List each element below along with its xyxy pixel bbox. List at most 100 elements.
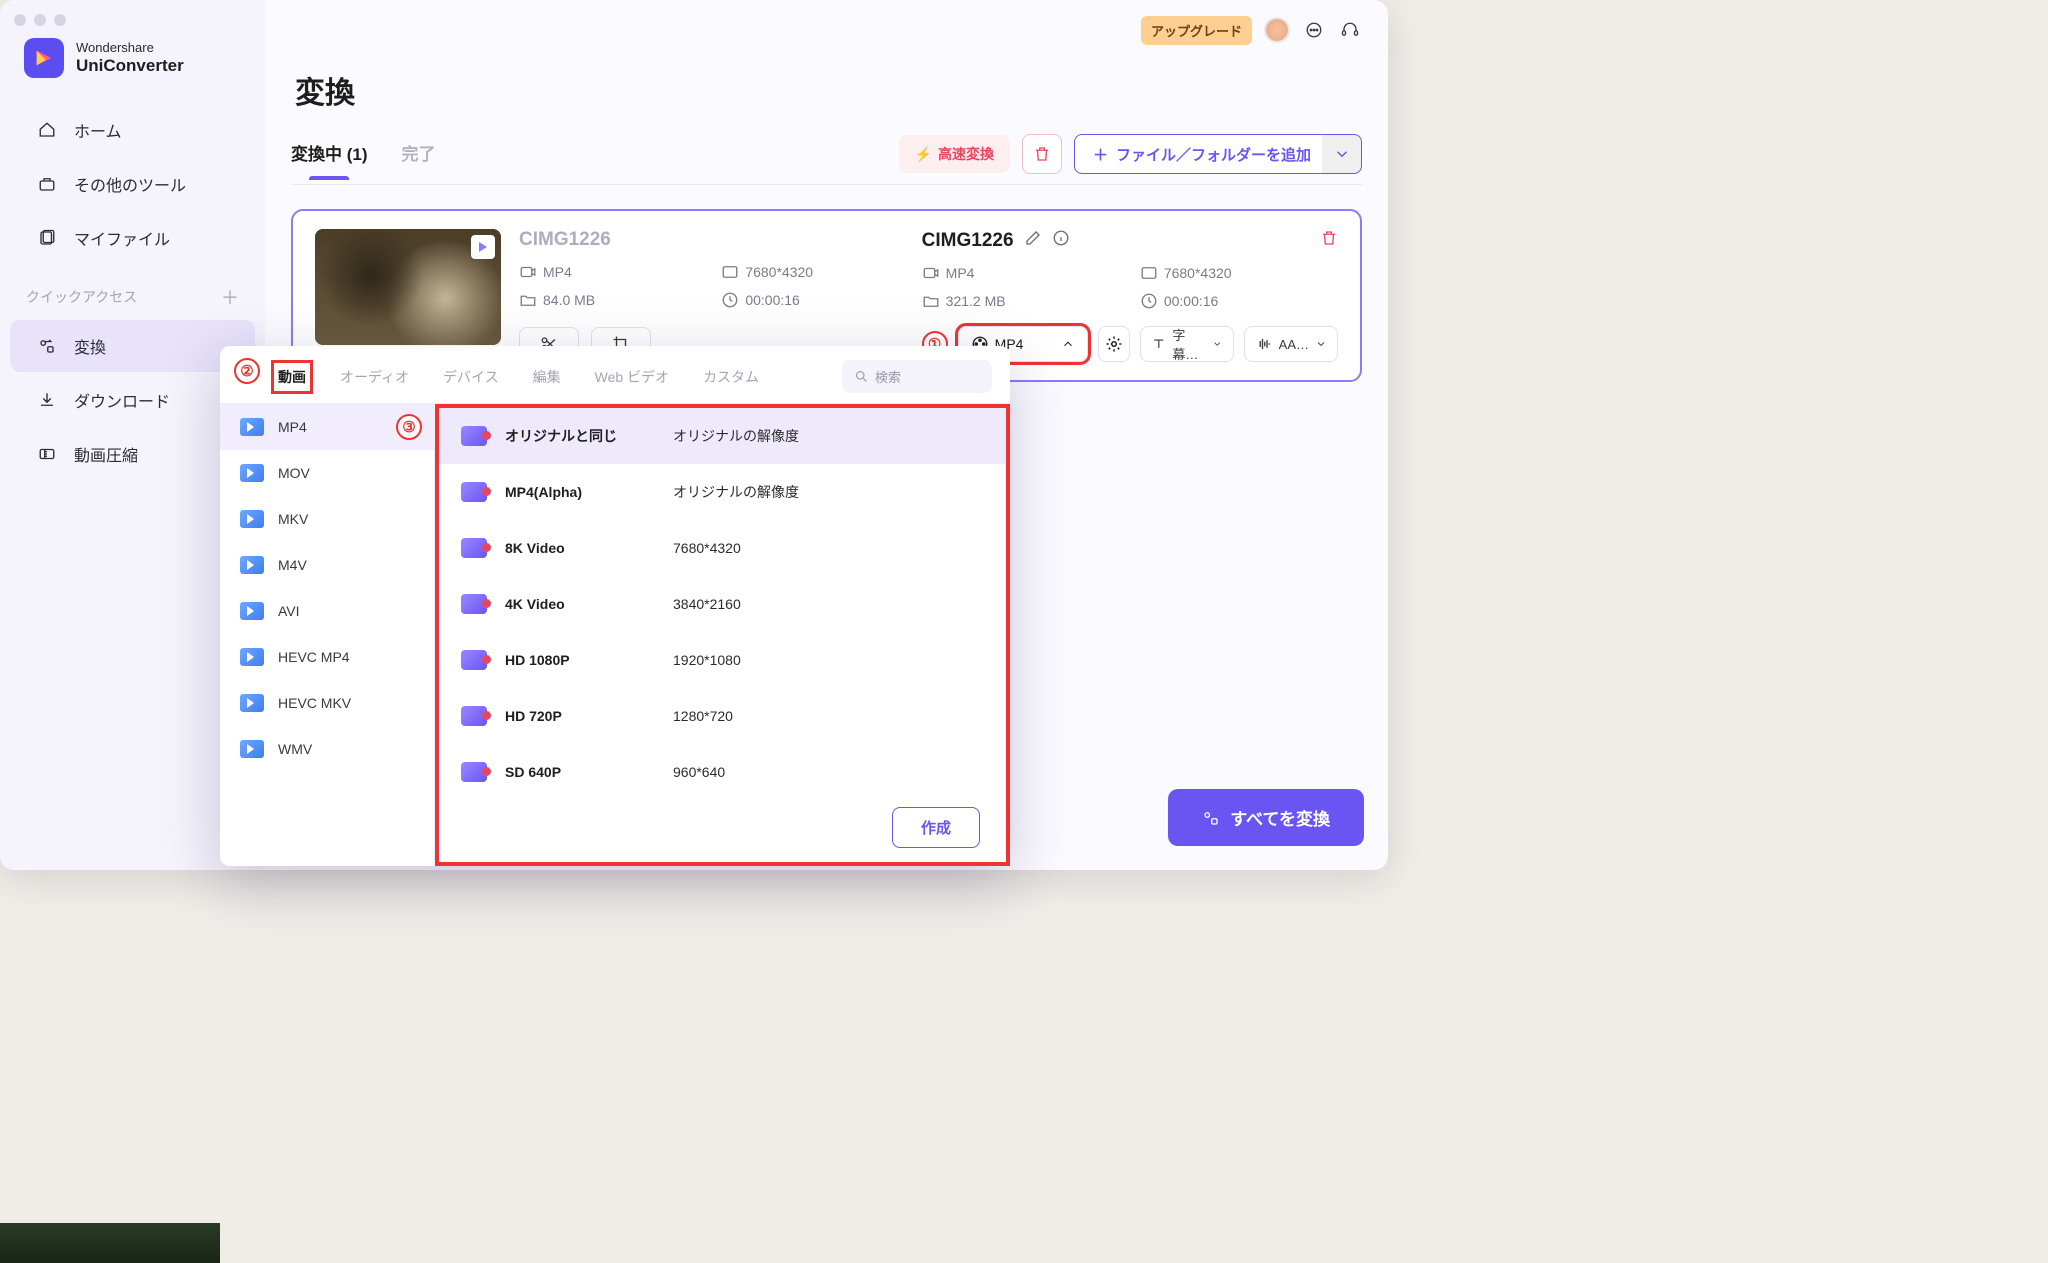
chevron-down-icon — [1333, 145, 1351, 163]
search-placeholder: 検索 — [875, 367, 901, 386]
preset-icon — [461, 762, 487, 782]
sidebar-item-myfiles[interactable]: マイファイル — [10, 212, 255, 264]
format-label: MP4 — [278, 419, 307, 435]
source-column: CIMG1226 MP4 7680*4320 84.0 MB 00:00:16 — [519, 229, 904, 362]
create-preset-button[interactable]: 作成 — [892, 807, 980, 848]
preset-resolution: 1920*1080 — [673, 652, 741, 668]
avatar[interactable] — [1264, 17, 1290, 43]
tab-done[interactable]: 完了 — [402, 140, 436, 179]
sidebar-item-label: 動画圧縮 — [74, 442, 138, 466]
add-file-dropdown[interactable] — [1322, 134, 1362, 174]
sidebar-item-tools[interactable]: その他のツール — [10, 158, 255, 210]
trash-icon — [1033, 145, 1051, 163]
format-list: MP4 ③ MOV MKV M4V AVI HEVC MP4 HEVC MKV … — [220, 404, 435, 866]
format-icon — [240, 648, 264, 666]
source-duration: 00:00:16 — [745, 292, 800, 308]
preset-resolution: 1280*720 — [673, 708, 733, 724]
quick-access-label: クイックアクセス — [26, 287, 137, 307]
logo: Wondershare UniConverter — [0, 30, 265, 102]
chevron-down-icon — [1315, 338, 1327, 350]
add-file-button[interactable]: ＋ ファイル／フォルダーを追加 — [1074, 134, 1330, 174]
edit-icon[interactable] — [1024, 229, 1042, 252]
format-item-avi[interactable]: AVI — [220, 588, 434, 634]
preset-item[interactable]: 4K Video3840*2160 — [439, 576, 1006, 632]
upgrade-button[interactable]: アップグレード — [1141, 16, 1252, 45]
convert-icon — [36, 335, 58, 357]
format-item-hevcmkv[interactable]: HEVC MKV — [220, 680, 434, 726]
format-icon — [240, 694, 264, 712]
text-icon — [1151, 335, 1167, 353]
tab-converting[interactable]: 変換中 (1) — [291, 140, 368, 179]
format-item-mkv[interactable]: MKV — [220, 496, 434, 542]
sidebar-item-home[interactable]: ホーム — [10, 104, 255, 156]
callout-3: ③ — [396, 414, 422, 440]
window-controls[interactable] — [14, 14, 66, 26]
convert-all-button[interactable]: すべてを変換 — [1168, 789, 1364, 846]
sidebar-item-convert[interactable]: 変換 — [10, 320, 255, 372]
sidebar-item-compress[interactable]: 動画圧縮 — [10, 428, 255, 480]
tabs-row: 変換中 (1) 完了 ⚡ 高速変換 ＋ ファイル／フォルダーを追加 — [291, 134, 1362, 185]
preset-resolution: 7680*4320 — [673, 540, 741, 556]
format-item-m4v[interactable]: M4V — [220, 542, 434, 588]
popup-tab-audio[interactable]: オーディオ — [336, 363, 413, 391]
format-item-hevcmp4[interactable]: HEVC MP4 — [220, 634, 434, 680]
preset-resolution: 960*640 — [673, 764, 725, 780]
output-format: MP4 — [946, 265, 975, 281]
preset-item[interactable]: 8K Video 7680*4320 — [439, 520, 1006, 576]
support-icon[interactable] — [1338, 18, 1362, 42]
info-icon[interactable] — [1052, 229, 1070, 252]
search-input[interactable]: 検索 — [842, 360, 992, 393]
subtitle-value: 字幕… — [1172, 325, 1206, 363]
preset-panel: オリジナルと同じオリジナルの解像度 MP4(Alpha)オリジナルの解像度 8K… — [435, 404, 1010, 866]
compress-icon — [36, 443, 58, 465]
output-size: 321.2 MB — [946, 293, 1006, 309]
source-title: CIMG1226 — [519, 229, 904, 251]
preset-item[interactable]: HD 1080P 1920*1080 — [439, 632, 1006, 688]
format-label: HEVC MKV — [278, 695, 351, 711]
callout-2: ② — [234, 358, 260, 384]
output-resolution: 7680*4320 — [1164, 265, 1232, 281]
sidebar-item-label: マイファイル — [74, 226, 170, 250]
chat-icon[interactable] — [1302, 18, 1326, 42]
preset-name: 8K Video — [505, 540, 655, 556]
plus-icon: ＋ — [1093, 144, 1108, 165]
sidebar-item-download[interactable]: ダウンロード — [10, 374, 255, 426]
trash-icon — [1320, 229, 1338, 247]
sidebar-item-label: その他のツール — [74, 172, 186, 196]
popup-tab-device[interactable]: デバイス — [439, 363, 503, 391]
video-thumbnail[interactable] — [315, 229, 501, 345]
sidebar-item-label: ダウンロード — [74, 388, 170, 412]
output-title: CIMG1226 — [922, 230, 1014, 252]
delete-item-button[interactable] — [1320, 229, 1338, 252]
chevron-up-icon — [1061, 337, 1075, 351]
preset-item[interactable]: HD 720P1280*720 — [439, 688, 1006, 744]
source-size: 84.0 MB — [543, 292, 595, 308]
audio-dropdown[interactable]: AA… — [1244, 326, 1338, 362]
popup-tab-web[interactable]: Web ビデオ — [591, 363, 673, 391]
preset-item[interactable]: SD 640P 960*640 — [439, 744, 1006, 800]
output-duration: 00:00:16 — [1164, 293, 1219, 309]
settings-button[interactable] — [1098, 326, 1130, 362]
preset-name: MP4(Alpha) — [505, 484, 655, 500]
preset-item[interactable]: オリジナルと同じオリジナルの解像度 — [439, 408, 1006, 464]
home-icon — [36, 119, 58, 141]
quick-access-header: クイックアクセス ＋ — [0, 266, 265, 318]
format-item-wmv[interactable]: WMV — [220, 726, 434, 772]
preset-name: HD 1080P — [505, 652, 655, 668]
popup-tab-edit[interactable]: 編集 — [529, 363, 565, 391]
logo-icon — [24, 38, 64, 78]
toolbox-icon — [36, 173, 58, 195]
format-icon — [240, 464, 264, 482]
subtitle-dropdown[interactable]: 字幕… — [1140, 326, 1234, 362]
product-name: UniConverter — [76, 56, 184, 76]
fast-convert-button[interactable]: ⚡ 高速変換 — [899, 135, 1010, 173]
format-item-mp4[interactable]: MP4 ③ — [220, 404, 434, 450]
preset-item[interactable]: MP4(Alpha)オリジナルの解像度 — [439, 464, 1006, 520]
format-item-mov[interactable]: MOV — [220, 450, 434, 496]
preset-name: SD 640P — [505, 764, 655, 780]
delete-all-button[interactable] — [1022, 134, 1062, 174]
background-strip — [0, 1223, 220, 1263]
add-quick-access-icon[interactable]: ＋ — [221, 284, 239, 310]
popup-tab-custom[interactable]: カスタム — [699, 363, 763, 391]
popup-tab-video[interactable]: 動画 — [274, 363, 310, 391]
